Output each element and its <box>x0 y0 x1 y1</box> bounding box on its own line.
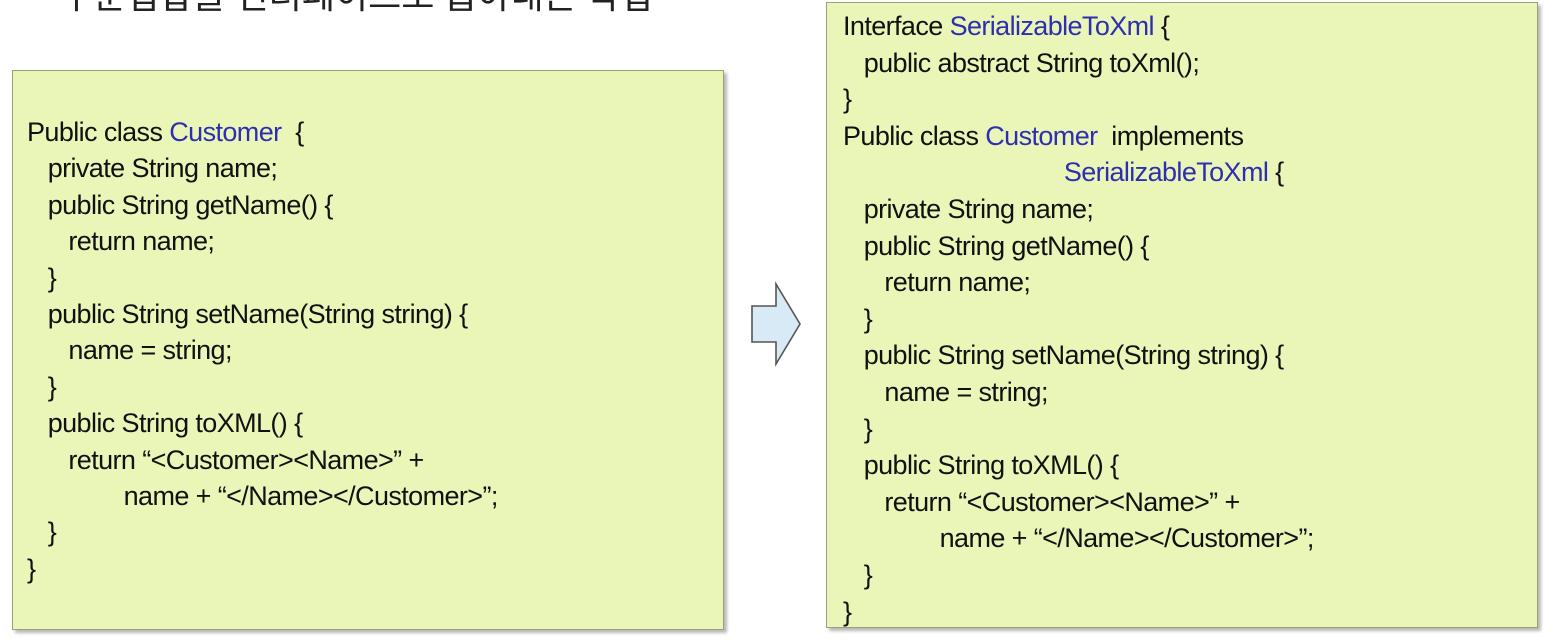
code-line: } <box>27 369 57 405</box>
code-line: name + “</Name></Customer>”; <box>27 478 499 514</box>
code-token: public String toXML() { <box>843 450 1119 481</box>
code-token: Public class <box>843 120 986 151</box>
code-line: } <box>843 411 873 447</box>
type-name-token: SerializableToXml <box>949 11 1155 41</box>
code-token: Public class <box>27 117 170 147</box>
code-token: } <box>843 596 852 627</box>
code-line: } <box>843 81 852 117</box>
code-token: Interface <box>843 11 950 41</box>
code-token: public String getName() { <box>843 230 1150 261</box>
type-name-token: Customer <box>169 117 282 147</box>
code-line: } <box>27 551 36 587</box>
code-token: } <box>843 413 873 444</box>
code-line: Public class Customer { <box>27 114 304 150</box>
extracted-interface-code-box: Interface SerializableToXml { public abs… <box>826 2 1538 628</box>
code-token: public String setName(String string) { <box>843 340 1284 371</box>
code-token: } <box>27 371 57 402</box>
code-token: } <box>843 84 852 115</box>
code-token: public String setName(String string) { <box>27 299 468 329</box>
code-line: return “<Customer><Name>” + <box>27 442 424 478</box>
code-line: public String setName(String string) { <box>27 296 468 332</box>
code-line: public String setName(String string) { <box>843 337 1284 373</box>
type-name-token: SerializableToXml <box>1063 157 1269 188</box>
slide: { "title": "부분집합을 인터페이스로 뽑아내는 작업", "colo… <box>0 0 1560 644</box>
code-line: Interface SerializableToXml { <box>843 8 1170 44</box>
code-line: return name; <box>843 264 1030 300</box>
code-line: } <box>843 301 873 337</box>
code-line: name + “</Name></Customer>”; <box>843 520 1315 556</box>
code-line: return “<Customer><Name>” + <box>843 484 1240 520</box>
code-token: public abstract String toXml(); <box>843 47 1200 78</box>
slide-title: 부분집합을 인터페이스로 뽑아내는 작업 <box>60 0 780 18</box>
right-arrow-icon <box>751 281 801 367</box>
code-token: name + “</Name></Customer>”; <box>27 481 499 511</box>
code-token: return “<Customer><Name>” + <box>843 486 1240 517</box>
code-token: } <box>843 560 873 590</box>
code-line: name = string; <box>27 332 232 368</box>
code-line: public String getName() { <box>843 228 1150 264</box>
code-token: public String getName() { <box>27 189 334 220</box>
code-line: private String name; <box>27 150 278 186</box>
code-token: private String name; <box>843 194 1094 224</box>
code-token: return name; <box>843 267 1031 298</box>
code-token: name + “</Name></Customer>”; <box>843 523 1315 554</box>
original-class-code-box: Public class Customer { private String n… <box>12 70 724 630</box>
code-line: } <box>27 514 57 550</box>
code-line: public String toXML() { <box>27 405 303 441</box>
type-name-token: Customer <box>985 120 1098 151</box>
code-token: } <box>27 517 57 548</box>
code-line: Public class Customer implements <box>843 118 1244 154</box>
code-line: } <box>27 260 57 296</box>
code-line: public abstract String toXml(); <box>843 45 1200 81</box>
code-token: return “<Customer><Name>” + <box>27 444 424 475</box>
code-token: } <box>27 262 57 293</box>
code-line: public String toXML() { <box>843 447 1119 483</box>
code-token: { <box>1153 11 1170 41</box>
code-line: name = string; <box>843 374 1048 410</box>
code-token: { <box>1268 157 1284 188</box>
code-token: name = string; <box>27 335 232 366</box>
code-line: public String getName() { <box>27 187 334 223</box>
code-line: return name; <box>27 223 214 259</box>
code-line: } <box>843 557 873 593</box>
code-line: } <box>843 594 852 630</box>
code-token: return name; <box>27 226 215 257</box>
code-token: public String toXML() { <box>27 408 303 439</box>
code-token: implements <box>1097 120 1244 151</box>
code-line: SerializableToXml { <box>843 154 1284 190</box>
code-line: private String name; <box>843 191 1094 227</box>
code-token: private String name; <box>27 153 278 184</box>
code-token: { <box>281 117 304 147</box>
code-token: } <box>27 553 36 584</box>
code-token: name = string; <box>843 377 1048 407</box>
code-token: } <box>843 303 873 334</box>
